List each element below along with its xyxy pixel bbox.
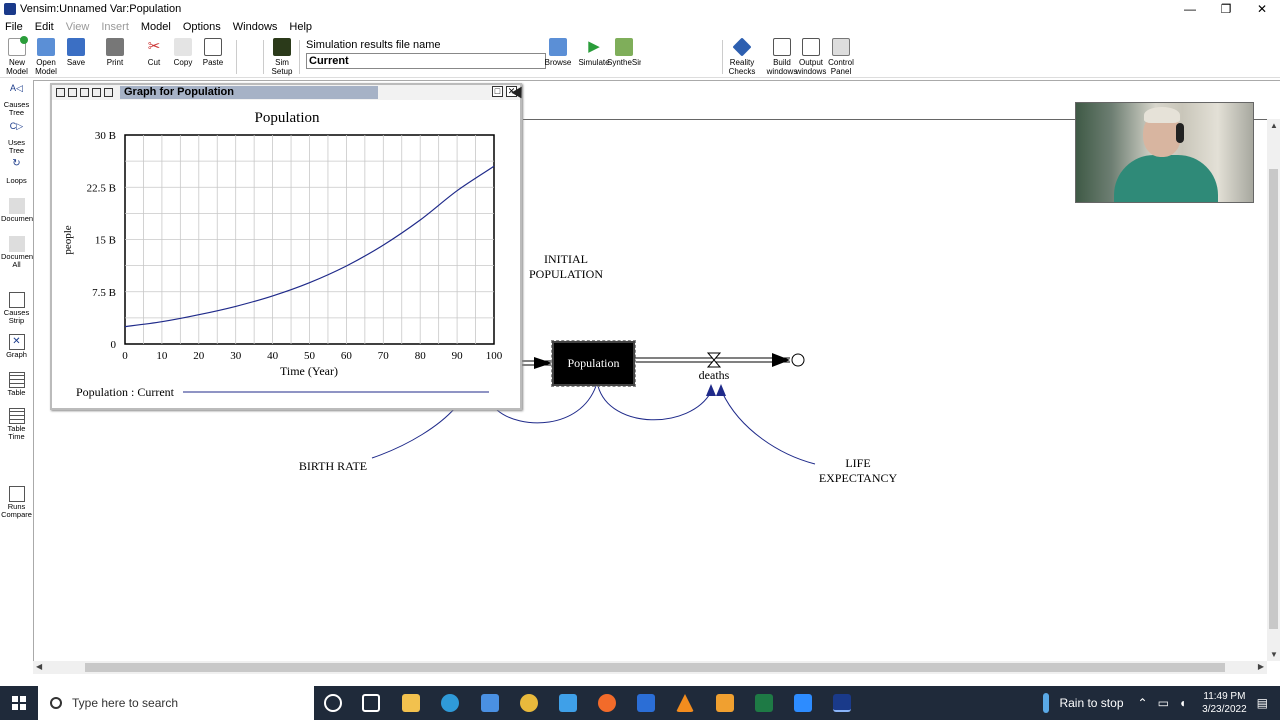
webcam-video-thumbnail (1075, 102, 1254, 203)
edge-icon[interactable] (441, 694, 459, 712)
vensim-taskbar-icon[interactable] (833, 694, 851, 712)
search-icon (50, 697, 62, 709)
x-tick-label: 20 (193, 350, 205, 362)
birth-rate-to-births-link (371, 407, 456, 459)
graph-window-titlebar[interactable]: Graph for Population □ ✕ (52, 85, 520, 100)
print-icon[interactable] (80, 88, 89, 97)
life-expectancy-label[interactable]: LIFE EXPECTANCY (812, 456, 904, 486)
cortana-icon[interactable] (324, 694, 342, 712)
chart-title: Population (254, 110, 320, 126)
store-icon[interactable] (637, 694, 655, 712)
scroll-down-icon[interactable]: ▼ (1270, 650, 1278, 659)
graph-restore-button[interactable]: □ (492, 86, 503, 97)
y-tick-label: 7.5 B (92, 287, 116, 299)
legend-label: Population : Current (76, 385, 175, 399)
x-tick-label: 30 (230, 350, 242, 362)
life-expectancy-to-deaths-link (721, 391, 816, 465)
taskbar-search-box[interactable]: Type here to search (38, 686, 314, 720)
graph-window-title: Graph for Population (120, 86, 378, 99)
x-tick-label: 80 (415, 350, 427, 362)
birth-rate-label[interactable]: BIRTH RATE (290, 459, 376, 474)
y-tick-label: 22.5 B (87, 182, 116, 194)
x-tick-label: 70 (378, 350, 390, 362)
pinned-app-icon[interactable] (559, 694, 577, 712)
x-tick-label: 90 (452, 350, 464, 362)
taskbar-clock[interactable]: 11:49 PM 3/23/2022 (1202, 690, 1247, 716)
x-tick-label: 0 (122, 350, 128, 362)
scroll-right-icon[interactable]: ▶ (1258, 662, 1264, 671)
outflow-pipe (635, 352, 790, 368)
link-arrowhead (716, 384, 726, 396)
x-tick-label: 60 (341, 350, 353, 362)
chrome-icon[interactable] (520, 694, 538, 712)
horizontal-scrollbar[interactable]: ◀ ▶ (33, 661, 1267, 674)
zoom-icon[interactable] (794, 694, 812, 712)
y-axis-ticks: 0 7.5 B 15 B 22.5 B 30 B (87, 130, 117, 351)
excel-icon[interactable] (755, 694, 773, 712)
weather-text[interactable]: Rain to stop (1059, 696, 1123, 710)
show-hidden-icons-icon[interactable]: ⌃ (1138, 696, 1148, 710)
y-axis-label: people (62, 225, 74, 254)
save-icon[interactable] (104, 88, 113, 97)
vertical-scrollbar[interactable]: ▲ ▼ (1267, 119, 1280, 661)
x-tick-label: 40 (267, 350, 279, 362)
horizontal-scroll-thumb[interactable] (85, 663, 1225, 672)
population-stock[interactable]: Population (551, 340, 636, 387)
weather-icon (1043, 693, 1050, 713)
y-tick-label: 15 B (95, 235, 116, 247)
lock-icon[interactable] (68, 88, 77, 97)
search-placeholder: Type here to search (72, 696, 179, 710)
graph-window-toolbar (56, 88, 116, 97)
x-axis-ticks: 0 10 20 30 40 50 60 70 80 90 100 (122, 350, 503, 362)
notes-app-icon[interactable] (716, 694, 734, 712)
y-tick-label: 30 B (95, 130, 116, 142)
notifications-icon[interactable]: ▤ (1257, 696, 1268, 710)
system-tray: Rain to stop ⌃ ▭ ◖ 11:49 PM 3/23/2022 ▤ (1043, 686, 1280, 720)
deaths-flow-label[interactable]: deaths (690, 368, 738, 383)
population-chart: Population 0 10 20 30 40 50 60 70 80 90 100 0 7.5 B… (62, 110, 503, 399)
grid-lines (125, 135, 494, 344)
windows-taskbar: Type here to search Rain to stop ⌃ ▭ ◖ 1… (0, 686, 1280, 720)
vlc-icon[interactable] (676, 694, 694, 712)
cloud-sink (791, 353, 805, 367)
task-view-icon[interactable] (362, 694, 380, 712)
link-arrowhead (706, 384, 716, 396)
graph-window[interactable]: Graph for Population □ ✕ Population 0 10 2… (50, 83, 522, 410)
scroll-left-icon[interactable]: ◀ (36, 662, 42, 671)
minimize-icon[interactable] (56, 88, 65, 97)
windows-start-icon[interactable] (12, 696, 26, 710)
volume-icon[interactable]: ◖ (1179, 696, 1186, 710)
firefox-icon[interactable] (598, 694, 616, 712)
network-icon[interactable]: ▭ (1158, 696, 1169, 710)
vertical-scroll-thumb[interactable] (1269, 169, 1278, 629)
y-tick-label: 0 (111, 339, 117, 351)
scroll-up-icon[interactable]: ▲ (1270, 121, 1278, 130)
x-axis-label: Time (Year) (280, 364, 338, 378)
file-explorer-icon[interactable] (402, 694, 420, 712)
vensim-app: Vensim:Unnamed Var:Population — ❐ ✕ File… (0, 0, 1280, 720)
mail-icon[interactable] (481, 694, 499, 712)
initial-population-label[interactable]: INITIAL POPULATION (520, 252, 612, 282)
x-tick-label: 100 (486, 350, 503, 362)
population-to-deaths-link (597, 385, 712, 421)
x-tick-label: 50 (304, 350, 316, 362)
copy-icon[interactable] (92, 88, 101, 97)
inflow-pipe (520, 357, 552, 369)
x-tick-label: 10 (156, 350, 168, 362)
